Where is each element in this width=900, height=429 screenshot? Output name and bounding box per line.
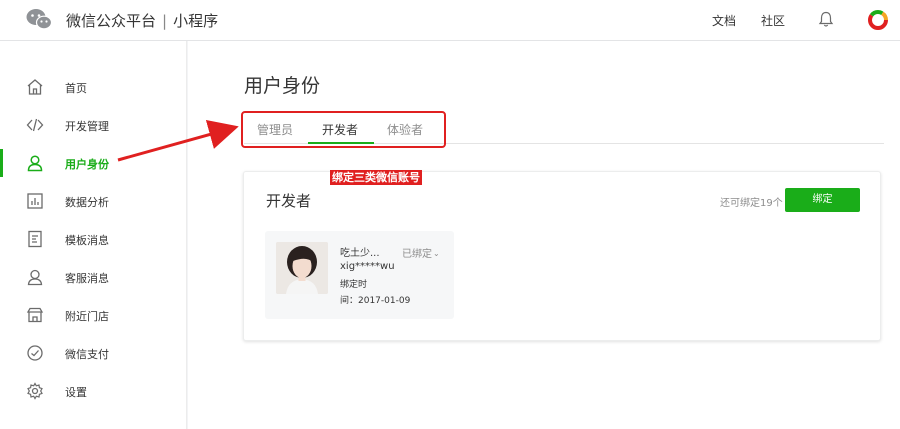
chart-icon [27, 193, 43, 209]
sidebar-item-label: 开发管理 [65, 120, 109, 133]
annotation-label: 绑定三类微信账号 [330, 170, 422, 185]
sidebar-item-label: 附近门店 [65, 310, 109, 323]
active-indicator [0, 149, 3, 177]
brand-separator: | [162, 12, 168, 30]
sidebar-item-label: 微信支付 [65, 348, 109, 361]
sidebar-item-home[interactable]: 首页 [0, 68, 186, 106]
sidebar: 首页 开发管理 用户身份 数据分析 模板消息 客服消息 附近门店 微信支付 设置 [0, 41, 187, 429]
community-link[interactable]: 社区 [761, 12, 785, 29]
quota-text: 还可绑定19个 [720, 198, 783, 209]
sidebar-item-nearby-stores[interactable]: 附近门店 [0, 296, 186, 334]
member-card: 吃土少... 已绑定⌄ xig*****wu 绑定时 间：2017-01-09 [265, 231, 454, 319]
notification-bell-icon[interactable] [818, 11, 834, 28]
highlight-box [241, 111, 446, 148]
developer-card: 开发者 还可绑定19个 绑定 吃土少... 已绑定⌄ xig*****wu 绑定… [243, 171, 881, 341]
member-status-dropdown[interactable]: 已绑定⌄ [402, 245, 440, 260]
user-icon [27, 155, 43, 172]
sidebar-item-label: 用户身份 [65, 158, 109, 171]
member-account: xig*****wu [340, 261, 395, 272]
card-title: 开发者 [266, 192, 312, 210]
sidebar-item-label: 数据分析 [65, 196, 109, 209]
sidebar-item-settings[interactable]: 设置 [0, 372, 186, 410]
brand-name: 微信公众平台 [66, 12, 157, 30]
chevron-down-icon: ⌄ [433, 249, 440, 258]
member-bind-time-label: 绑定时 [340, 280, 368, 290]
page-title: 用户身份 [244, 75, 321, 97]
member-bind-date: 间：2017-01-09 [340, 296, 411, 306]
account-avatar-icon[interactable] [867, 9, 889, 31]
main-content: 用户身份 管理员 开发者 体验者 开发者 还可绑定19个 绑定 吃土少... 已… [188, 41, 900, 429]
code-icon [26, 118, 44, 132]
sidebar-item-label: 客服消息 [65, 272, 109, 285]
brand-title[interactable]: 微信公众平台 | 小程序 [66, 10, 218, 31]
docs-link[interactable]: 文档 [712, 12, 736, 29]
top-bar: 微信公众平台 | 小程序 文档 社区 [0, 0, 900, 41]
member-name: 吃土少... [340, 248, 380, 259]
sidebar-item-label: 设置 [65, 386, 87, 399]
member-avatar [276, 242, 328, 294]
gear-icon [27, 382, 43, 400]
sidebar-item-customer-service[interactable]: 客服消息 [0, 258, 186, 296]
document-icon [28, 230, 42, 248]
sidebar-item-label: 首页 [65, 82, 87, 95]
wechat-logo-icon [26, 9, 52, 30]
store-icon [26, 307, 44, 323]
product-name: 小程序 [173, 12, 219, 30]
sidebar-item-wechat-pay[interactable]: 微信支付 [0, 334, 186, 372]
sidebar-item-user-identity[interactable]: 用户身份 [0, 144, 186, 182]
member-status-label: 已绑定 [402, 249, 432, 260]
home-icon [27, 79, 43, 95]
payment-icon [27, 345, 43, 361]
sidebar-item-template-messages[interactable]: 模板消息 [0, 220, 186, 258]
sidebar-item-data-analysis[interactable]: 数据分析 [0, 182, 186, 220]
sidebar-item-label: 模板消息 [65, 234, 109, 247]
sidebar-item-dev-management[interactable]: 开发管理 [0, 106, 186, 144]
customer-service-icon [27, 269, 43, 286]
bind-button[interactable]: 绑定 [785, 188, 860, 212]
